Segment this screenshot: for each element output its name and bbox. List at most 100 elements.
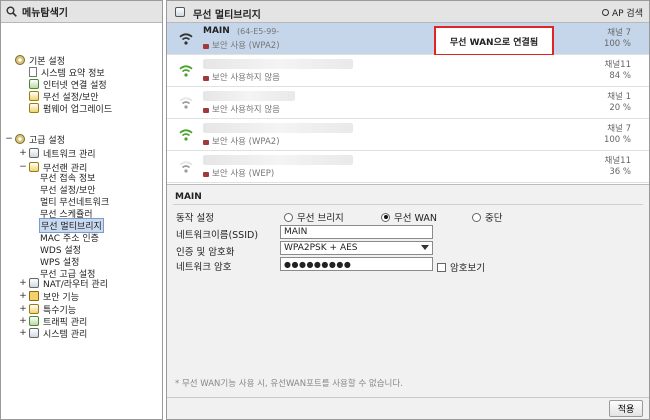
tree-item[interactable]: WDS 설정	[39, 243, 82, 256]
ap-list: MAIN (64-E5-99- 보안 사용 (WPA2) 채널 7 100 % 무선 WA…	[167, 23, 649, 185]
tree-item-label: 시스템 관리	[43, 329, 88, 340]
ap-security: 보안 사용 (WPA2)	[203, 135, 280, 147]
tree-item-label: 고급 설정	[29, 135, 65, 146]
doc-icon	[29, 67, 37, 77]
ssid-input[interactable]: MAIN	[280, 225, 433, 239]
tree-item[interactable]: 펌웨어 업그레이드	[29, 102, 113, 115]
ap-mac: (64-E5-99-	[237, 27, 280, 36]
password-input[interactable]: ●●●●●●●●●	[280, 257, 433, 271]
mode-radio-stop[interactable]: 중단	[472, 210, 502, 224]
button-bar: 적용	[167, 397, 649, 419]
lock-icon	[203, 171, 209, 177]
ap-channel: 채널11	[604, 156, 631, 166]
lock-icon	[203, 139, 209, 145]
gear-icon	[15, 55, 25, 65]
divider	[173, 204, 643, 205]
ap-security: 보안 사용 (WPA2)	[203, 39, 280, 51]
show-password-checkbox[interactable]: 암호보기	[437, 260, 485, 274]
mode-radio-wan[interactable]: 무선 WAN	[381, 210, 437, 224]
wifi-signal-icon	[179, 97, 193, 109]
page-title: 무선 멀티브리지	[193, 10, 261, 21]
ap-channel: 채널 1	[607, 92, 631, 102]
tree-item[interactable]: + 네트워크 관리	[19, 147, 97, 160]
tree-item-label: 펌웨어 업그레이드	[43, 104, 113, 115]
globe-icon	[29, 79, 39, 89]
search-icon	[6, 6, 17, 17]
tree-item[interactable]: + 보안 기능	[19, 290, 80, 303]
tree-item[interactable]: 멀티 무선네트워크	[39, 195, 110, 208]
radio-dot	[284, 212, 293, 222]
ap-ssid-redacted	[203, 91, 295, 101]
tree-item-label: 보안 기능	[43, 292, 79, 303]
wireless-icon	[29, 91, 39, 101]
tree-item[interactable]: 무선 설정/보안	[29, 90, 100, 103]
ap-channel: 채널11	[604, 60, 631, 70]
mode-radio-bridge[interactable]: 무선 브리지	[284, 210, 344, 224]
expand-icon[interactable]: +	[19, 278, 27, 288]
ap-search-button[interactable]: AP 검색	[601, 6, 643, 19]
multibridge-header: 무선 멀티브리지 AP 검색	[167, 1, 649, 23]
network-icon	[29, 148, 39, 158]
expand-icon[interactable]: +	[19, 328, 27, 338]
search-icon	[601, 9, 609, 16]
ap-signal: 100 %	[603, 135, 631, 145]
expand-icon[interactable]: +	[19, 304, 27, 314]
menu-explorer-panel: 메뉴탐색기 기본 설정 시스템 요약 정보 인터넷 연결 설정 무선 설정/보안 펌웨어…	[0, 0, 163, 420]
radio-dot	[472, 212, 481, 222]
mode-option-label: 무선 WAN	[394, 213, 437, 224]
tree-item-label: 네트워크 관리	[43, 149, 96, 160]
settings-section-title: MAIN	[175, 192, 202, 202]
chevron-down-icon	[421, 245, 429, 250]
expand-icon[interactable]: +	[19, 291, 27, 301]
expand-icon[interactable]: +	[19, 148, 27, 158]
expand-icon[interactable]: +	[19, 316, 27, 326]
ap-channel: 채널 7	[607, 28, 631, 38]
auth-select-value: WPA2PSK + AES	[284, 243, 358, 253]
collapse-icon[interactable]: −	[19, 162, 27, 172]
ap-signal: 84 %	[609, 71, 631, 81]
ap-list-item[interactable]: 보안 사용 (WEP) 채널11 36 %	[167, 151, 649, 183]
tree-item[interactable]: − 고급 설정	[5, 133, 66, 146]
ap-security-text: 보안 사용 (WPA2)	[212, 41, 280, 51]
tree-item[interactable]: MAC 주소 인증	[39, 231, 100, 244]
ap-list-item[interactable]: 보안 사용하지 않음 채널 1 20 %	[167, 87, 649, 119]
connection-status-badge: 무선 WAN으로 연결됨	[434, 26, 554, 56]
ap-list-item[interactable]: 보안 사용하지 않음 채널11 84 %	[167, 55, 649, 87]
wifi-signal-icon	[179, 129, 193, 141]
tree-item[interactable]: WPS 설정	[39, 255, 80, 268]
tree-item[interactable]: 시스템 요약 정보	[29, 66, 106, 79]
tree-item-label: NAT/라우터 관리	[43, 279, 108, 290]
auth-select[interactable]: WPA2PSK + AES	[280, 241, 433, 255]
lock-icon	[203, 75, 209, 81]
password-label: 네트워크 암호	[176, 262, 232, 273]
menu-explorer-title: 메뉴탐색기	[22, 8, 68, 19]
wifi-signal-icon	[179, 33, 193, 45]
checkbox-box	[437, 262, 446, 272]
lock-icon	[29, 291, 39, 301]
system-icon	[29, 328, 39, 338]
menu-explorer-header: 메뉴탐색기	[1, 1, 162, 23]
ap-signal: 36 %	[609, 167, 631, 177]
tree-item[interactable]: 무선 설정/보안	[39, 183, 97, 196]
tree-item[interactable]: 무선 멀티브리지	[39, 217, 104, 233]
tree-item[interactable]: + 트래픽 관리	[19, 315, 88, 328]
ap-list-item[interactable]: MAIN (64-E5-99- 보안 사용 (WPA2) 채널 7 100 % 무선 WA…	[167, 23, 649, 56]
mode-label: 동작 설정	[176, 213, 214, 224]
tree-item[interactable]: + 시스템 관리	[19, 327, 88, 340]
page-icon	[175, 7, 185, 17]
tree-item[interactable]: 무선 접속 정보	[39, 171, 96, 184]
tree-item[interactable]: + NAT/라우터 관리	[19, 277, 109, 290]
ap-signal: 20 %	[609, 103, 631, 113]
ap-list-item[interactable]: 보안 사용 (WPA2) 채널 7 100 %	[167, 119, 649, 151]
tree-item[interactable]: + 특수기능	[19, 303, 77, 316]
collapse-icon[interactable]: −	[5, 134, 13, 144]
apply-button[interactable]: 적용	[609, 400, 643, 417]
multibridge-panel: 무선 멀티브리지 AP 검색 MAIN (64-E5-99- 보안 사용 (WPA2…	[166, 0, 650, 420]
tree-item[interactable]: 인터넷 연결 설정	[29, 78, 108, 91]
lock-icon	[203, 107, 209, 113]
ap-security: 보안 사용하지 않음	[203, 71, 280, 83]
tree-item[interactable]: 기본 설정	[15, 54, 66, 67]
wifi-signal-icon	[179, 161, 193, 173]
wan-note: * 무선 WAN기능 사용 시, 유선WAN포트를 사용할 수 없습니다.	[175, 379, 403, 389]
ap-ssid-redacted	[203, 123, 353, 133]
